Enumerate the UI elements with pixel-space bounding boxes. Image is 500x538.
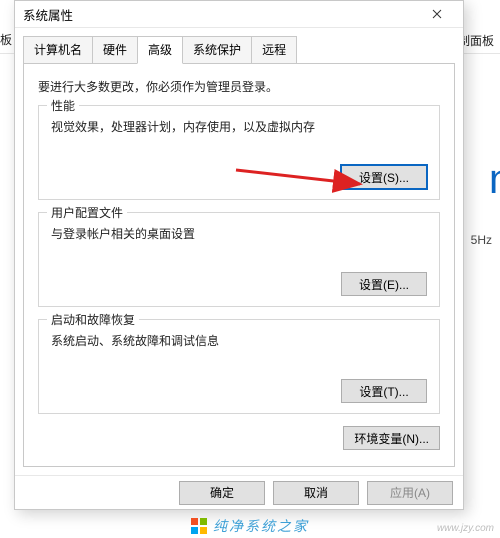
dialog-footer: 确定 取消 应用(A) [15, 475, 463, 509]
environment-variables-button[interactable]: 环境变量(N)... [343, 426, 440, 450]
tab-system-protection[interactable]: 系统保护 [182, 36, 252, 63]
performance-title: 性能 [47, 97, 79, 114]
user-profiles-group: 用户配置文件 与登录帐户相关的桌面设置 设置(E)... [38, 212, 440, 307]
performance-settings-button[interactable]: 设置(S)... [341, 165, 427, 189]
watermark-url: www.jzy.com [437, 523, 494, 534]
performance-group: 性能 视觉效果，处理器计划，内存使用，以及虚拟内存 设置(S)... [38, 105, 440, 200]
startup-desc: 系统启动、系统故障和调试信息 [51, 332, 427, 349]
cancel-button[interactable]: 取消 [273, 481, 359, 505]
ok-button[interactable]: 确定 [179, 481, 265, 505]
tab-computer-name[interactable]: 计算机名 [23, 36, 93, 63]
tab-strip: 计算机名 硬件 高级 系统保护 远程 [23, 36, 455, 63]
watermark-text: 纯净系统之家 [213, 516, 309, 536]
user-profiles-settings-button[interactable]: 设置(E)... [341, 272, 427, 296]
user-profiles-title: 用户配置文件 [47, 204, 127, 221]
close-icon [432, 9, 442, 19]
apply-button[interactable]: 应用(A) [367, 481, 453, 505]
cpu-ghz-label: 5Hz [471, 233, 492, 247]
tab-hardware[interactable]: 硬件 [92, 36, 138, 63]
user-profiles-desc: 与登录帐户相关的桌面设置 [51, 225, 427, 242]
close-button[interactable] [419, 1, 455, 27]
system-properties-dialog: 系统属性 计算机名 硬件 高级 系统保护 远程 要进行大多数更改，你必须作为管理… [14, 0, 464, 510]
startup-recovery-group: 启动和故障恢复 系统启动、系统故障和调试信息 设置(T)... [38, 319, 440, 414]
admin-note: 要进行大多数更改，你必须作为管理员登录。 [38, 78, 440, 95]
startup-settings-button[interactable]: 设置(T)... [341, 379, 427, 403]
breadcrumb-fragment: 板 [0, 31, 12, 48]
startup-title: 启动和故障恢复 [47, 311, 139, 328]
tab-advanced[interactable]: 高级 [137, 36, 183, 64]
watermark: 纯净系统之家 [0, 516, 500, 536]
tab-remote[interactable]: 远程 [251, 36, 297, 63]
dialog-title: 系统属性 [23, 5, 419, 24]
watermark-logo-icon [191, 518, 207, 534]
windows-logo-text: ndo [489, 155, 500, 203]
tab-panel-advanced: 要进行大多数更改，你必须作为管理员登录。 性能 视觉效果，处理器计划，内存使用，… [23, 63, 455, 467]
performance-desc: 视觉效果，处理器计划，内存使用，以及虚拟内存 [51, 118, 427, 135]
titlebar: 系统属性 [15, 1, 463, 28]
